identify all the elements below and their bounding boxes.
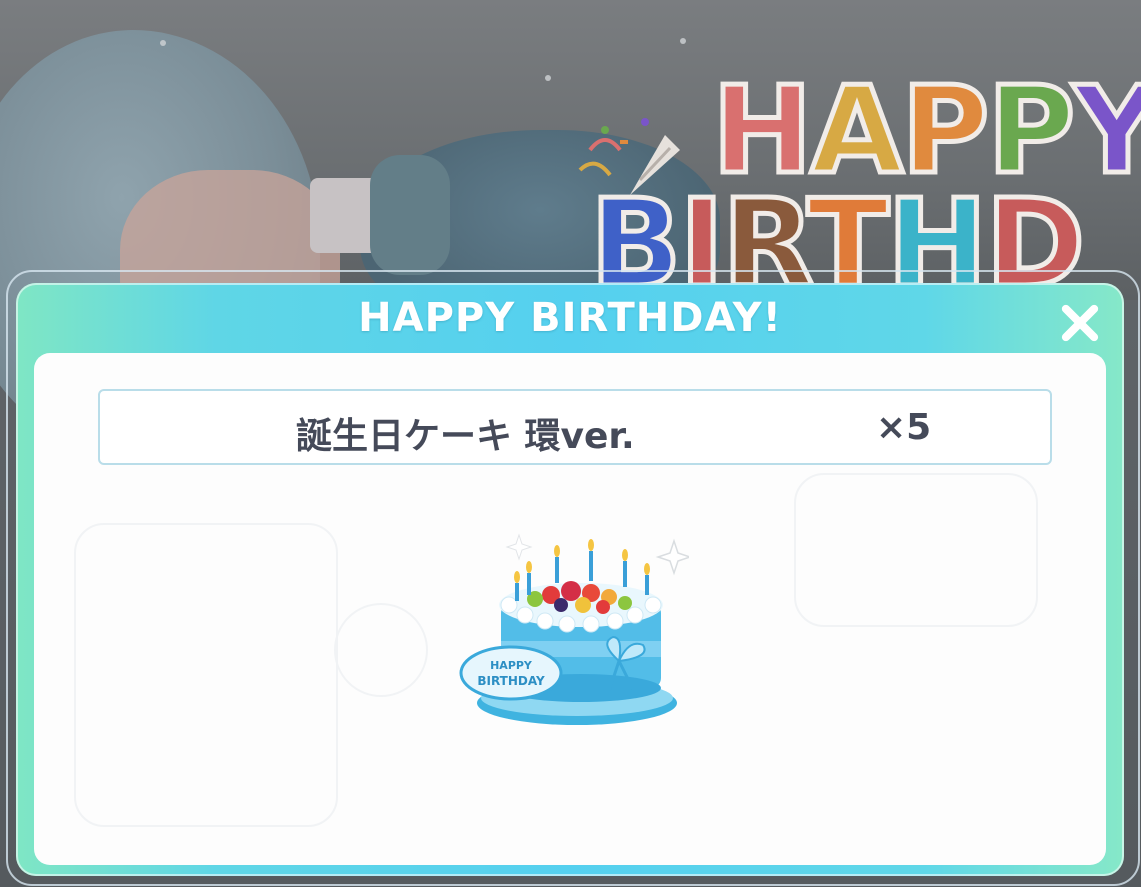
dialog-title: HAPPY BIRTHDAY!	[358, 295, 782, 341]
banner-happy: HAPPY	[709, 69, 1141, 194]
plaque-line-2: BIRTHDAY	[477, 674, 545, 688]
banner-letter: Y	[1071, 62, 1141, 201]
plaque-line-1: HAPPY	[490, 659, 533, 672]
dialog-body: 誕生日ケーキ 環ver. ×5 HAPPY BIRTHDAY	[34, 353, 1106, 865]
reward-dialog: HAPPY BIRTHDAY! 誕生日ケーキ 環ver. ×5 HAPPY BI…	[16, 283, 1124, 876]
ghost-shape	[794, 473, 1038, 627]
ghost-shape	[74, 523, 338, 827]
sparkle-icon	[545, 75, 551, 81]
reward-item-name: 誕生日ケーキ 環ver.	[296, 416, 635, 457]
close-icon[interactable]	[1054, 297, 1106, 349]
ghost-shape	[334, 603, 428, 697]
character-hand	[370, 155, 450, 275]
sparkle-icon	[160, 40, 166, 46]
sparkle-icon	[680, 38, 686, 44]
reward-item-quantity: ×5	[876, 407, 932, 448]
reward-item-row: 誕生日ケーキ 環ver. ×5	[98, 389, 1052, 465]
birthday-cake-icon: HAPPY BIRTHDAY	[459, 533, 689, 725]
